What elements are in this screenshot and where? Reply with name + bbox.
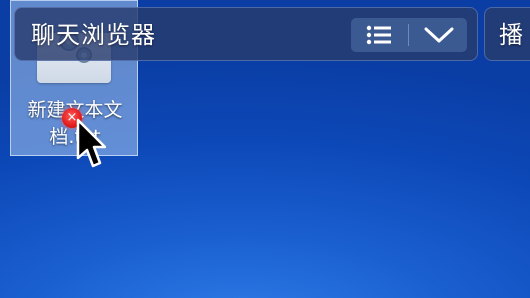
- chevron-down-icon: [424, 27, 454, 43]
- button-divider: [408, 24, 409, 46]
- list-view-button[interactable]: [351, 18, 407, 52]
- dropdown-button[interactable]: [411, 18, 467, 52]
- second-bar-title[interactable]: 播: [499, 20, 523, 50]
- mouse-cursor-icon: [76, 118, 107, 176]
- chat-browser-title[interactable]: 聊天浏览器: [31, 20, 156, 50]
- desktop[interactable]: 新建文本文 档.txt × 聊天浏览器: [0, 0, 530, 298]
- toolbar-button-group: [351, 18, 467, 52]
- second-bar[interactable]: 播: [484, 7, 530, 61]
- list-icon: [366, 25, 391, 45]
- chat-browser-bar[interactable]: 聊天浏览器: [14, 7, 478, 61]
